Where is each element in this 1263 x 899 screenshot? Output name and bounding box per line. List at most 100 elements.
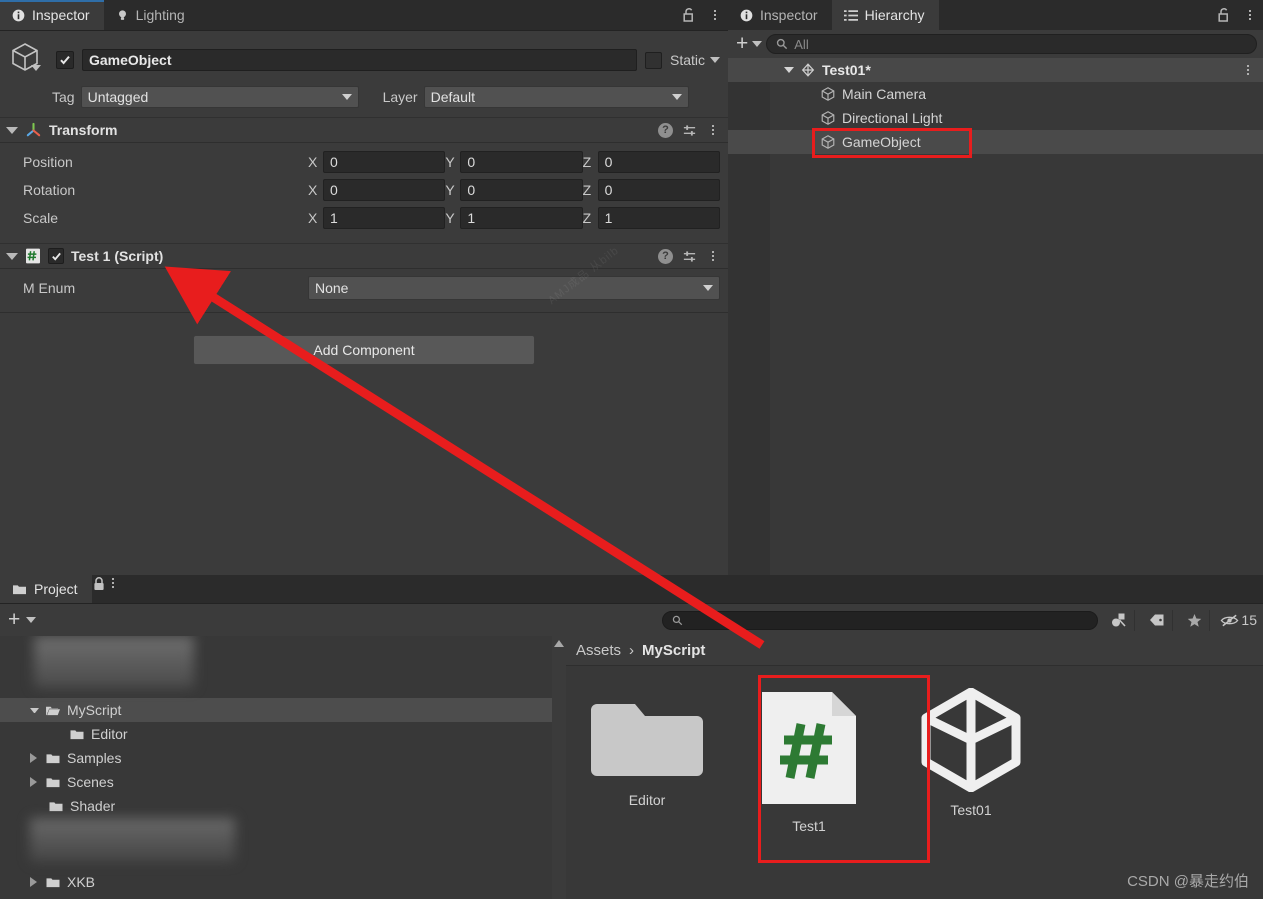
tree-row-myscript[interactable]: MyScript xyxy=(0,698,566,722)
chevron-down-icon[interactable] xyxy=(6,126,18,134)
axis-label: Z xyxy=(582,182,592,198)
hierarchy-search-input[interactable]: All xyxy=(766,34,1257,54)
axis-group: X 0 Y 0 Z 0 xyxy=(308,179,720,201)
tree-row-shader[interactable]: Shader xyxy=(0,794,566,818)
eye-crossed-icon xyxy=(1220,613,1239,628)
gameobject-header: GameObject Static Tag Untagged Layer Def… xyxy=(0,31,728,108)
csdn-watermark: CSDN @暴走约伯 xyxy=(1127,873,1249,890)
breadcrumb-root[interactable]: Assets xyxy=(576,642,621,659)
tab-inspector[interactable]: Inspector xyxy=(0,0,104,30)
chevron-down-icon[interactable] xyxy=(31,65,41,71)
project-lock-button[interactable] xyxy=(92,575,106,603)
tab-inspector-right[interactable]: Inspector xyxy=(728,0,832,30)
static-dropdown[interactable]: Static xyxy=(670,52,720,68)
rotation-x-input[interactable]: 0 xyxy=(323,179,446,201)
tree-row-editor[interactable]: Editor xyxy=(0,722,566,746)
inspector-menu-button[interactable] xyxy=(702,0,728,30)
position-y-input[interactable]: 0 xyxy=(460,151,583,173)
search-icon xyxy=(776,38,788,50)
chevron-down-icon[interactable] xyxy=(26,617,37,623)
gameobject-name-input[interactable]: GameObject xyxy=(82,49,637,71)
component-header-test1-script[interactable]: Test 1 (Script) ? xyxy=(0,243,728,269)
gameobject-enabled-checkbox[interactable] xyxy=(56,51,74,69)
tree-row-blurred-top[interactable] xyxy=(0,636,566,698)
hierarchy-lock-button[interactable] xyxy=(1211,0,1237,30)
project-search-input[interactable] xyxy=(662,610,1098,630)
transform-axis-icon xyxy=(25,122,42,139)
hierarchy-row-scene[interactable]: Test01* xyxy=(728,58,1263,82)
chevron-down-icon[interactable] xyxy=(6,252,18,260)
scale-x-input[interactable]: 1 xyxy=(323,207,446,229)
chevron-down-icon xyxy=(710,57,720,63)
create-object-button[interactable]: + xyxy=(736,33,748,54)
chevron-right-icon[interactable] xyxy=(30,753,39,763)
static-checkbox[interactable] xyxy=(644,51,662,69)
rotation-z-input[interactable]: 0 xyxy=(597,179,720,201)
chevron-down-icon[interactable] xyxy=(784,67,794,73)
m-enum-dropdown[interactable]: None xyxy=(308,276,720,300)
tab-lighting[interactable]: Lighting xyxy=(103,0,199,30)
tab-project[interactable]: Project xyxy=(0,575,92,603)
chevron-down-icon[interactable] xyxy=(30,707,39,713)
tree-row-blurred-bottom[interactable] xyxy=(0,818,566,870)
hierarchy-row-gameobject[interactable]: GameObject xyxy=(728,130,1263,154)
asset-item-test1[interactable]: Test1 xyxy=(728,688,890,834)
hierarchy-menu-button[interactable] xyxy=(1237,0,1263,30)
axis-z: Z 0 xyxy=(583,151,720,173)
gameobject-icon-wrap[interactable] xyxy=(8,40,48,80)
kebab-menu-icon[interactable] xyxy=(706,248,720,264)
folder-icon xyxy=(12,583,27,596)
chevron-down-icon[interactable] xyxy=(752,41,763,47)
inspector-lock-button[interactable] xyxy=(676,0,702,30)
hidden-packages-count: 15 xyxy=(1241,612,1257,628)
breadcrumb-current[interactable]: MyScript xyxy=(642,642,705,659)
project-tree-scrollbar[interactable] xyxy=(552,636,566,899)
folder-icon xyxy=(591,688,703,782)
preset-sliders-icon[interactable] xyxy=(682,123,697,138)
chevron-up-icon[interactable] xyxy=(554,640,564,647)
tab-label: Lighting xyxy=(135,7,185,23)
inspector-panel: Inspector Lighting GameObject Static Tag… xyxy=(0,0,728,575)
project-toolbar: + 15 xyxy=(0,604,1263,636)
hierarchy-row-main-camera[interactable]: Main Camera xyxy=(728,82,1263,106)
tree-row-samples[interactable]: Samples xyxy=(0,746,566,770)
help-question-icon[interactable]: ? xyxy=(658,122,673,138)
unity-scene-icon xyxy=(916,687,1026,793)
axis-label: Y xyxy=(445,210,455,226)
tab-hierarchy[interactable]: Hierarchy xyxy=(831,0,939,30)
preset-sliders-icon[interactable] xyxy=(682,249,697,264)
favorites-button[interactable] xyxy=(1179,609,1211,631)
script-enabled-checkbox[interactable] xyxy=(48,248,64,264)
hierarchy-row-directional-light[interactable]: Directional Light xyxy=(728,106,1263,130)
hierarchy-row-label: Test01* xyxy=(822,62,871,78)
tree-row-scenes[interactable]: Scenes xyxy=(0,770,566,794)
tree-row-label: Scenes xyxy=(67,774,114,790)
scale-y-input[interactable]: 1 xyxy=(460,207,583,229)
hidden-packages-indicator[interactable]: 15 xyxy=(1216,612,1257,628)
search-by-label-icon xyxy=(1149,613,1165,627)
position-x-input[interactable]: 0 xyxy=(323,151,446,173)
search-by-type-button[interactable] xyxy=(1104,609,1136,631)
create-asset-button[interactable]: + xyxy=(8,609,20,630)
kebab-menu-icon xyxy=(1243,7,1257,23)
asset-item-test01[interactable]: Test01 xyxy=(890,687,1052,834)
rotation-y-input[interactable]: 0 xyxy=(460,179,583,201)
tag-dropdown[interactable]: Untagged xyxy=(80,86,359,108)
chevron-right-icon[interactable] xyxy=(30,877,39,887)
scale-z-input[interactable]: 1 xyxy=(597,207,720,229)
project-menu-button[interactable] xyxy=(106,575,120,603)
layer-dropdown[interactable]: Default xyxy=(423,86,689,108)
folder-icon xyxy=(45,876,61,889)
axis-x: X 1 xyxy=(308,207,446,229)
add-component-button[interactable]: Add Component xyxy=(193,335,535,365)
asset-item-editor[interactable]: Editor xyxy=(566,688,728,834)
help-question-icon[interactable]: ? xyxy=(658,248,673,264)
kebab-menu-icon[interactable] xyxy=(706,122,720,138)
tree-row-xkb[interactable]: XKB xyxy=(0,870,566,894)
chevron-right-icon[interactable] xyxy=(30,777,39,787)
position-z-input[interactable]: 0 xyxy=(597,151,720,173)
component-header-transform[interactable]: Transform ? xyxy=(0,117,728,143)
kebab-menu-icon[interactable] xyxy=(1241,62,1255,78)
search-by-label-button[interactable] xyxy=(1141,609,1173,631)
property-row-m-enum: M Enum None xyxy=(8,274,720,302)
